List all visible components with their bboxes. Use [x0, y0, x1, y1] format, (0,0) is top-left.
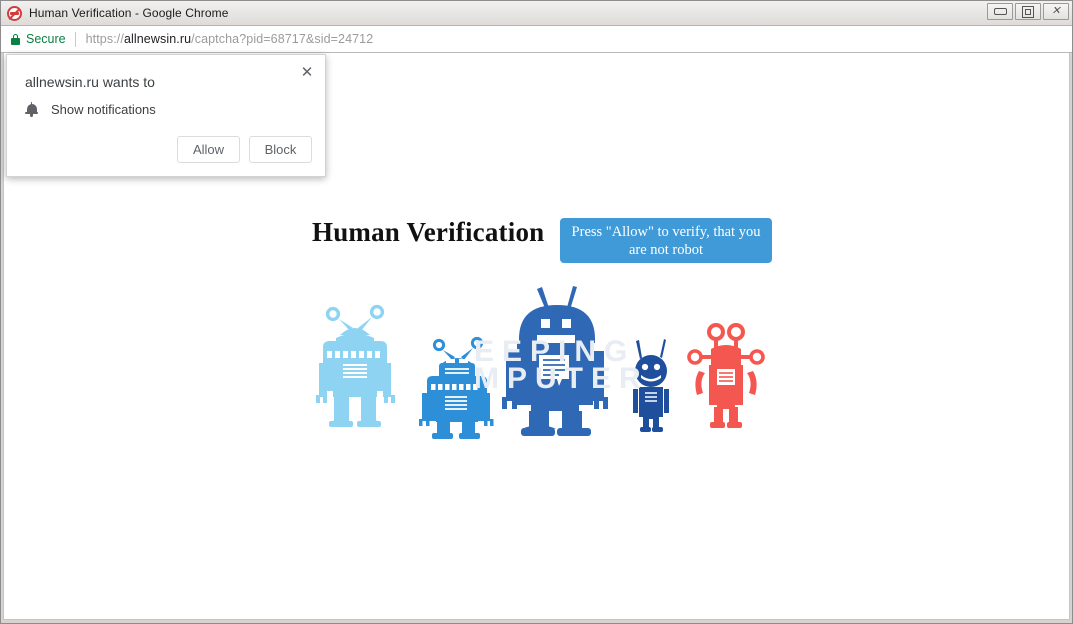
- robot-red: [687, 323, 765, 428]
- lock-icon: [11, 33, 20, 45]
- close-button[interactable]: ✕: [1043, 3, 1069, 20]
- dialog-actions: Allow Block: [177, 136, 312, 163]
- close-icon: ✕: [1051, 5, 1061, 17]
- omnibox-bar[interactable]: Secure https://allnewsin.ru/captcha?pid=…: [1, 26, 1072, 53]
- allow-button[interactable]: Allow: [177, 136, 240, 163]
- permission-row: Show notifications: [25, 102, 156, 117]
- no-robot-favicon-icon: [7, 5, 22, 21]
- page-title: Human Verification: [312, 217, 545, 247]
- dialog-close-button[interactable]: ✕: [295, 60, 319, 84]
- url-path: /captcha?pid=68717&sid=24712: [191, 32, 374, 46]
- window-title: Human Verification - Google Chrome: [29, 6, 229, 20]
- stock-watermark: EEPING MPUTER: [474, 335, 649, 395]
- block-button[interactable]: Block: [249, 136, 312, 163]
- minimize-button[interactable]: [987, 3, 1013, 20]
- url-text[interactable]: https://allnewsin.ru/captcha?pid=68717&s…: [86, 32, 374, 46]
- browser-window: Human Verification - Google Chrome ✕ Sec…: [0, 0, 1073, 624]
- bell-icon: [25, 102, 38, 117]
- verify-cta-button[interactable]: Press "Allow" to verify, that you are no…: [560, 218, 772, 263]
- dialog-title: allnewsin.ru wants to: [25, 74, 155, 90]
- window-controls: ✕: [987, 3, 1069, 20]
- permission-label: Show notifications: [51, 102, 156, 117]
- minimize-icon: [993, 8, 1007, 15]
- url-scheme: https://: [85, 32, 124, 46]
- maximize-button[interactable]: [1015, 3, 1041, 20]
- omnibox-divider: [74, 31, 76, 47]
- maximize-icon: [1022, 5, 1034, 18]
- notification-permission-dialog: ✕ allnewsin.ru wants to Show notificatio…: [6, 54, 326, 177]
- five-robots-illustration: EEPING MPUTER: [309, 283, 789, 443]
- robot-light-blue: [316, 304, 395, 427]
- url-host: allnewsin.ru: [123, 32, 192, 46]
- security-label: Secure: [26, 32, 66, 46]
- title-bar: Human Verification - Google Chrome ✕: [1, 1, 1072, 26]
